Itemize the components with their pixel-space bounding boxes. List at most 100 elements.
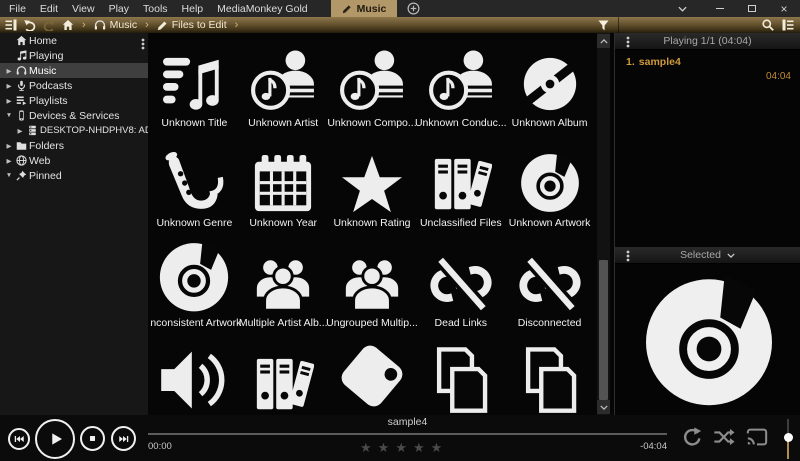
shuffle-button[interactable] [713,426,735,448]
documents-icon [426,345,496,415]
panel-view-button[interactable] [782,19,794,31]
grid-item-tag[interactable] [328,335,417,415]
seek-bar[interactable] [148,433,667,435]
back-button[interactable] [24,19,36,31]
selected-album-art[interactable] [637,268,781,412]
menu-play[interactable]: Play [102,0,136,17]
filter-button[interactable] [596,17,610,33]
forward-button[interactable] [43,19,55,31]
selected-panel-header[interactable]: Selected [615,247,800,264]
rating-star-icon[interactable] [413,439,425,457]
expand-arrow-icon[interactable]: ▶ [4,67,14,75]
stop-button[interactable] [80,426,105,451]
grid-item-duplicate-files[interactable] [416,335,505,415]
new-tab-button[interactable] [397,0,430,17]
rating-star-icon[interactable] [431,439,443,457]
sidebar: Home Playing ▶ Music ▶ Podcasts ▶ Playli… [0,33,148,415]
headphones-icon [94,19,106,31]
grid-item-unknown-artwork[interactable]: Unknown Artwork [505,135,594,235]
grid-item-unknown-genre[interactable]: Unknown Genre [150,135,239,235]
star-icon [341,153,403,215]
content-scrollbar[interactable] [597,33,610,415]
sidebar-item-devices-services[interactable]: ▼ Devices & Services [0,108,148,123]
sidebar-item-folders[interactable]: ▶ Folders [0,138,148,153]
scroll-up-button[interactable] [597,34,610,48]
next-track-button[interactable] [111,426,136,451]
grid-item-binders[interactable] [239,335,328,415]
grid-item-unknown-title[interactable]: Unknown Title [150,35,239,135]
rating-star-icon[interactable] [378,439,390,457]
toggle-sidebar-button[interactable] [5,19,17,31]
menu-tools[interactable]: Tools [136,0,175,17]
breadcrumb-files-to-edit[interactable]: Files to Edit [157,19,227,31]
track-duration: 04:04 [615,68,800,82]
scroll-down-button[interactable] [597,400,610,414]
grid-item-unknown-conductor[interactable]: Unknown Conduc... [416,35,505,135]
grid-item-disconnected[interactable]: Disconnected [505,235,594,335]
playing-menu-button[interactable] [626,36,630,48]
menu-view[interactable]: View [65,0,102,17]
grid-item-multiple-artist-albums[interactable]: Multiple Artist Alb... [239,235,328,335]
sidebar-item-desktop-admin[interactable]: ▶ DESKTOP-NHDPHV8: ADMIN [0,123,148,138]
chevron-down-icon [678,6,687,12]
grid-item-unknown-year[interactable]: Unknown Year [239,135,328,235]
play-button[interactable] [35,419,75,459]
tab-music[interactable]: Music [331,0,398,17]
playing-track-row[interactable]: 1. sample4 04:04 [615,50,800,82]
device-icon [14,110,29,121]
grid-item-duplicate-files[interactable] [505,335,594,415]
rating-star-icon[interactable] [395,439,407,457]
sidebar-item-music[interactable]: ▶ Music [0,63,148,78]
sidebar-item-pinned[interactable]: ▼ Pinned [0,168,148,183]
menu-file[interactable]: File [0,0,33,17]
repeat-button[interactable] [681,426,703,448]
sidebar-item-playing[interactable]: Playing [0,48,148,63]
previous-track-button[interactable] [8,428,30,450]
collapse-arrow-icon[interactable]: ▼ [4,112,14,119]
minimize-button[interactable] [704,0,736,17]
rating-stars[interactable] [360,439,442,457]
expand-arrow-icon[interactable]: ▶ [4,97,14,105]
menu-mediamonkey-gold[interactable]: MediaMonkey Gold [210,0,314,17]
expand-arrow-icon[interactable]: ▶ [4,142,14,150]
menu-edit[interactable]: Edit [33,0,65,17]
now-playing-title: sample4 [148,416,667,428]
search-button[interactable] [762,19,774,31]
volume-knob[interactable] [784,433,793,442]
expand-arrow-icon[interactable]: ▶ [15,127,25,135]
sidebar-item-home[interactable]: Home [0,33,148,48]
close-button[interactable]: × [768,0,800,17]
playing-panel-header[interactable]: Playing 1/1 (04:04) [615,33,800,50]
grid-item-unclassified-files[interactable]: Unclassified Files [416,135,505,235]
grid-item-unknown-album[interactable]: Unknown Album [505,35,594,135]
cast-button[interactable] [746,426,768,448]
breadcrumb-music[interactable]: Music [94,19,137,31]
grid-item-unknown-composer[interactable]: Unknown Compo... [328,35,417,135]
volume-slider[interactable] [783,419,793,459]
selected-panel-title: Selected [680,249,721,261]
track-index: 1. [626,56,635,68]
tab-music-label: Music [357,3,387,15]
breadcrumb-separator: › [81,19,87,31]
expand-arrow-icon[interactable]: ▶ [4,82,14,90]
menu-help[interactable]: Help [175,0,211,17]
sidebar-item-podcasts[interactable]: ▶ Podcasts [0,78,148,93]
sidebar-item-playlists[interactable]: ▶ Playlists [0,93,148,108]
repeat-icon [681,426,703,448]
collapse-arrow-icon[interactable]: ▼ [4,172,14,179]
grid-item-volume[interactable] [150,335,239,415]
grid-item-dead-links[interactable]: Dead Links [416,235,505,335]
rating-star-icon[interactable] [360,439,372,457]
previous-icon [13,433,25,445]
expand-arrow-icon[interactable]: ▶ [4,157,14,165]
grid-item-ungrouped-multiple[interactable]: Ungrouped Multip... [328,235,417,335]
collapse-menu-button[interactable] [666,0,698,17]
grid-item-unknown-rating[interactable]: Unknown Rating [328,135,417,235]
sidebar-item-web[interactable]: ▶ Web [0,153,148,168]
grid-item-inconsistent-artwork[interactable]: Inconsistent Artwork [150,235,239,335]
selected-menu-button[interactable] [626,250,630,262]
maximize-button[interactable] [736,0,768,17]
breadcrumb-home-button[interactable] [62,19,74,31]
grid-item-unknown-artist[interactable]: Unknown Artist [239,35,328,135]
scrollbar-thumb[interactable] [599,260,608,400]
